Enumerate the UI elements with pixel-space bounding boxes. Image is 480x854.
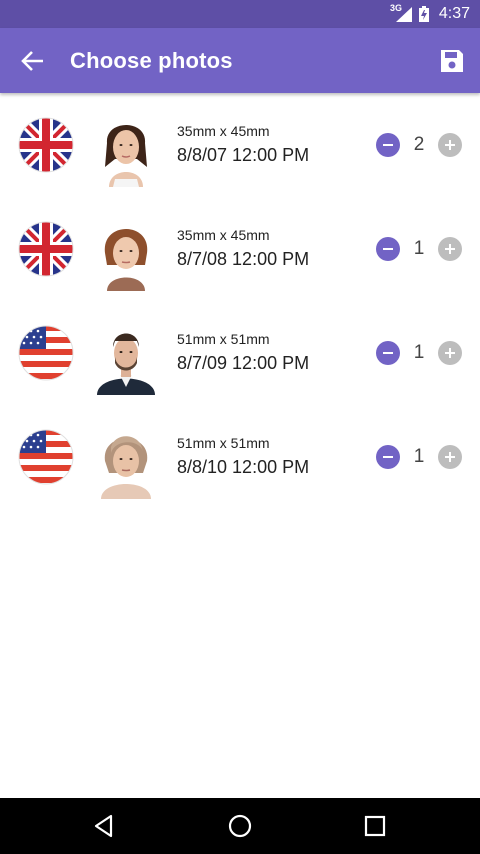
passport-photo <box>93 317 159 395</box>
list-item[interactable]: 35mm x 45mm 8/8/07 12:00 PM 2 <box>0 93 480 197</box>
decrease-button[interactable] <box>376 341 400 365</box>
uk-flag-icon <box>18 221 74 277</box>
passport-photo <box>93 213 159 291</box>
quantity-value: 1 <box>413 238 425 259</box>
increase-button[interactable] <box>438 237 462 261</box>
nav-home-icon[interactable] <box>226 812 254 840</box>
navigation-bar <box>0 798 480 854</box>
app-bar: Choose photos <box>0 28 480 93</box>
signal-icon <box>396 7 412 22</box>
page-title: Choose photos <box>70 48 233 73</box>
us-flag-icon <box>18 429 74 485</box>
photo-size: 51mm x 51mm <box>177 435 270 451</box>
photo-list: 35mm x 45mm 8/8/07 12:00 PM 2 35mm x 45m… <box>0 93 480 509</box>
us-flag-icon <box>18 325 74 381</box>
passport-photo <box>93 421 159 499</box>
photo-size: 35mm x 45mm <box>177 227 270 243</box>
quantity-value: 1 <box>413 446 425 467</box>
save-icon[interactable] <box>438 47 466 75</box>
list-item[interactable]: 35mm x 45mm 8/7/08 12:00 PM 1 <box>0 197 480 301</box>
list-item[interactable]: 51mm x 51mm 8/7/09 12:00 PM 1 <box>0 301 480 405</box>
photo-size: 35mm x 45mm <box>177 123 270 139</box>
list-item[interactable]: 51mm x 51mm 8/8/10 12:00 PM 1 <box>0 405 480 509</box>
battery-icon <box>419 6 429 22</box>
clock: 4:37 <box>438 5 470 22</box>
photo-date: 8/7/09 12:00 PM <box>177 353 310 373</box>
photo-date: 8/7/08 12:00 PM <box>177 249 310 269</box>
uk-flag-icon <box>18 117 74 173</box>
photo-date: 8/8/10 12:00 PM <box>177 457 310 477</box>
increase-button[interactable] <box>438 445 462 469</box>
nav-back-icon[interactable] <box>90 812 118 840</box>
photo-date: 8/8/07 12:00 PM <box>177 145 310 165</box>
increase-button[interactable] <box>438 341 462 365</box>
increase-button[interactable] <box>438 133 462 157</box>
photo-size: 51mm x 51mm <box>177 331 270 347</box>
quantity-value: 2 <box>413 134 425 155</box>
passport-photo <box>93 109 159 187</box>
decrease-button[interactable] <box>376 237 400 261</box>
quantity-value: 1 <box>413 342 425 363</box>
nav-recents-icon[interactable] <box>361 812 389 840</box>
arrow-back-icon[interactable] <box>20 49 46 73</box>
decrease-button[interactable] <box>376 133 400 157</box>
status-bar: 3G 4:37 <box>0 0 480 28</box>
decrease-button[interactable] <box>376 445 400 469</box>
